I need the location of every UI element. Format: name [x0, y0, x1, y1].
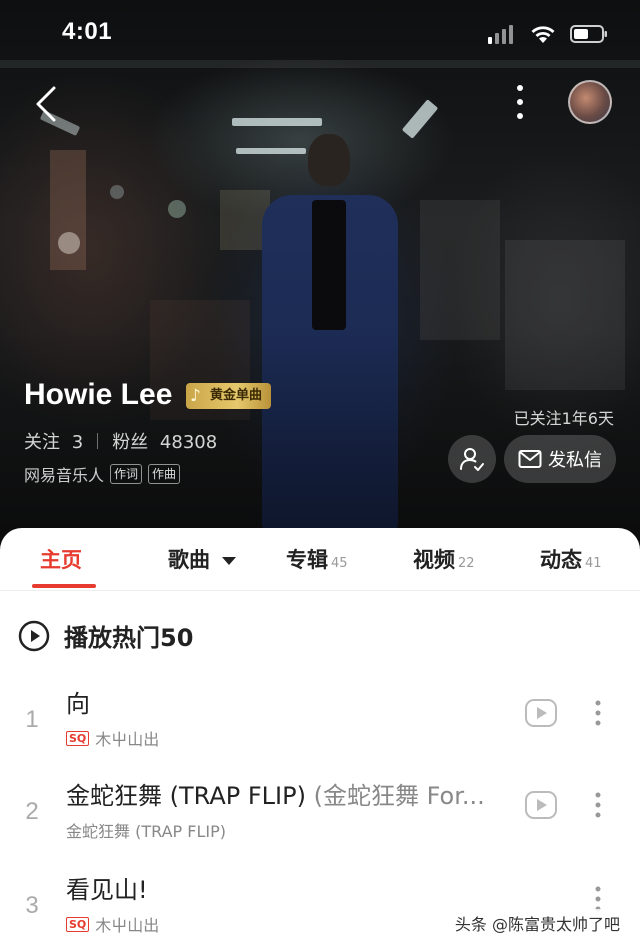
signal-icon	[488, 24, 516, 48]
tab-activity-label: 动态	[540, 548, 582, 572]
song-title: 向	[66, 684, 90, 719]
song-album: 木屮山出	[95, 730, 160, 749]
play-all-label: 播放热门50	[64, 624, 194, 652]
video-play-icon	[525, 791, 557, 819]
tab-home-label: 主页	[40, 548, 82, 572]
artist-tabs: 主页 歌曲 专辑 45 视频 22 动态 41	[0, 528, 640, 590]
video-play-icon	[525, 699, 557, 727]
song-title: 看见山!	[66, 870, 148, 905]
song-title-text: 看见山!	[66, 876, 148, 904]
watermark: 头条 @陈富贵太帅了吧	[450, 909, 624, 937]
song-index: 3	[25, 892, 39, 919]
role-tag-lyricist: 作词	[110, 464, 143, 484]
fans-label: 粉丝	[112, 432, 149, 453]
battery-icon	[570, 24, 608, 48]
song-subtitle: SQ 木屮山出	[66, 912, 159, 936]
song-row[interactable]: 2 金蛇狂舞 (TRAP FLIP) (金蛇狂舞 For... 金蛇狂舞 (TR…	[0, 768, 640, 858]
followed-since-text: 已关注1年6天	[513, 409, 614, 428]
more-vertical-icon	[517, 85, 523, 119]
user-check-icon	[460, 448, 484, 471]
back-arrow-icon	[36, 86, 56, 122]
tab-activity-count: 41	[585, 556, 602, 571]
song-album: 金蛇狂舞 (TRAP FLIP)	[66, 822, 226, 841]
song-subtitle: SQ 木屮山出	[66, 726, 159, 750]
identity-label: 网易音乐人	[24, 466, 105, 485]
more-vertical-icon	[595, 792, 601, 818]
song-subtitle: 金蛇狂舞 (TRAP FLIP)	[66, 818, 226, 842]
artist-name: Howie Lee	[24, 378, 173, 411]
followed-user-button[interactable]	[448, 435, 496, 483]
song-row[interactable]: 3 看见山! SQ 木屮山出	[0, 862, 640, 952]
tab-home[interactable]: 主页	[40, 544, 82, 574]
following-label: 关注	[24, 432, 60, 453]
song-video-button[interactable]	[524, 698, 558, 728]
send-message-label: 发私信	[548, 450, 602, 471]
status-icons	[488, 24, 608, 48]
mail-icon	[518, 450, 542, 468]
tab-videos-label: 视频	[413, 548, 455, 572]
tab-albums-count: 45	[331, 556, 348, 571]
tab-videos[interactable]: 视频 22	[413, 544, 475, 574]
tabs-divider	[0, 590, 640, 591]
more-vertical-icon	[595, 700, 601, 726]
song-index: 1	[25, 706, 39, 733]
sq-badge: SQ	[66, 916, 90, 932]
follow-stats: 关注 3 粉丝 48308	[24, 428, 217, 454]
song-more-button[interactable]	[590, 698, 606, 728]
song-index: 2	[25, 798, 39, 825]
now-playing-avatar[interactable]	[568, 80, 612, 124]
following-stat[interactable]: 关注 3	[24, 428, 83, 454]
song-album: 木屮山出	[95, 916, 160, 935]
content-panel: 主页 歌曲 专辑 45 视频 22 动态 41 播放热门50 1 向 SQ 木屮…	[0, 528, 640, 947]
tab-activity[interactable]: 动态 41	[540, 544, 602, 574]
fans-stat[interactable]: 粉丝 48308	[112, 428, 217, 454]
play-all-button[interactable]: 播放热门50	[18, 618, 193, 653]
caret-down-icon	[222, 557, 237, 565]
tab-songs-label: 歌曲	[168, 548, 210, 572]
fans-count: 48308	[159, 432, 218, 453]
status-time: 4:01	[62, 18, 113, 45]
following-count: 3	[71, 432, 84, 453]
play-circle-icon	[18, 620, 50, 651]
tab-albums[interactable]: 专辑 45	[286, 544, 348, 574]
stats-divider	[97, 433, 99, 449]
song-row[interactable]: 1 向 SQ 木屮山出	[0, 676, 640, 766]
role-tag-composer: 作曲	[148, 464, 181, 484]
song-title-text: 金蛇狂舞 (TRAP FLIP)	[66, 782, 306, 810]
music-note-icon: ♪	[190, 386, 201, 406]
more-options-button[interactable]	[508, 82, 532, 124]
back-button[interactable]	[28, 82, 68, 126]
send-message-button[interactable]: 发私信	[504, 435, 616, 483]
tab-songs[interactable]: 歌曲	[168, 544, 237, 574]
song-title: 金蛇狂舞 (TRAP FLIP) (金蛇狂舞 For...	[66, 776, 485, 811]
song-title-text: 向	[66, 690, 90, 718]
gold-single-badge[interactable]: ♪ 黄金单曲	[186, 383, 272, 409]
active-tab-indicator	[32, 584, 96, 588]
song-more-button[interactable]	[590, 790, 606, 820]
wifi-icon	[530, 24, 556, 48]
song-alias: (金蛇狂舞 For...	[313, 782, 485, 810]
tab-videos-count: 22	[458, 556, 475, 571]
sq-badge: SQ	[66, 730, 90, 746]
song-video-button[interactable]	[524, 790, 558, 820]
gold-single-label: 黄金单曲	[210, 388, 263, 403]
artist-identity: 网易音乐人 作词 作曲	[24, 462, 181, 486]
tab-albums-label: 专辑	[286, 548, 328, 572]
